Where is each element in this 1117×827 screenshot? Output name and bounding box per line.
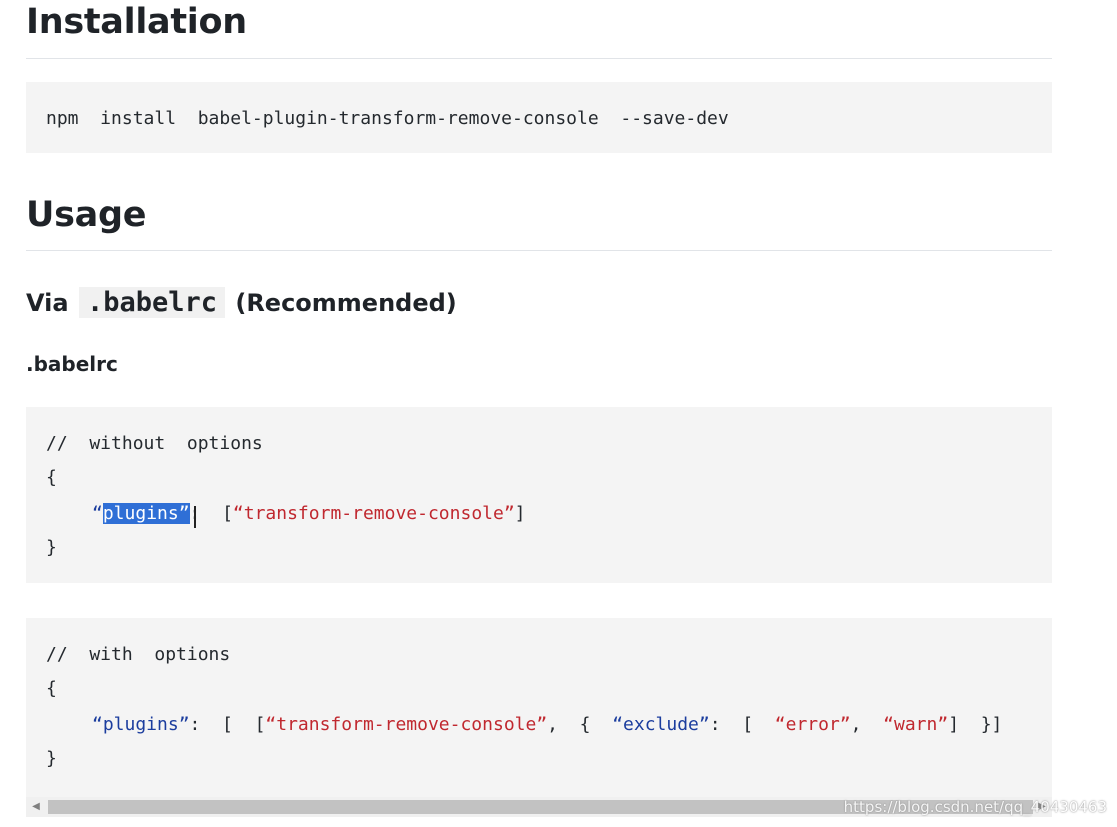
plugin-value: “transform-remove-console”	[232, 503, 515, 524]
sep-3: : [	[709, 714, 775, 735]
comment-without-options: // without options	[46, 433, 263, 454]
usage-divider	[26, 250, 1052, 251]
exclude-key: “exclude”	[612, 714, 710, 735]
babelrc-inline-code: .babelrc	[78, 287, 225, 318]
usage-heading: Usage	[26, 195, 147, 235]
close-brace-2: }	[46, 748, 57, 769]
plugins-line[interactable]: “plugins”: [“transform-remove-console”]	[92, 502, 526, 526]
install-command[interactable]: npm install babel-plugin-transform-remov…	[46, 107, 729, 131]
text-cursor-icon	[194, 506, 196, 528]
selected-text[interactable]: plugins”	[102, 503, 190, 524]
via-label: Via	[26, 289, 69, 317]
readme-page: Installation npm install babel-plugin-tr…	[0, 0, 1117, 827]
sep-5: ] }]	[948, 714, 1003, 735]
recommended-label: (Recommended)	[235, 289, 457, 317]
via-babelrc-heading: Via .babelrc (Recommended)	[26, 287, 457, 318]
comment-with-options: // with options	[46, 644, 231, 665]
array-close: ]	[514, 503, 526, 524]
open-brace-2: {	[46, 678, 57, 699]
scroll-left-icon[interactable]: ◀	[26, 797, 46, 817]
key-open-quote: “	[92, 503, 103, 524]
sep-4: ,	[850, 714, 884, 735]
watermark: https://blog.csdn.net/qq_40430463	[843, 798, 1107, 816]
plugin-value-2: “transform-remove-console”	[265, 714, 548, 735]
sep-2: , {	[547, 714, 613, 735]
exclude-warn: “warn”	[883, 714, 949, 735]
code-block-with-options[interactable]: // with options { “plugins”: [ [“transfo…	[26, 618, 1052, 797]
babelrc-file-label: .babelrc	[26, 352, 118, 376]
plugins-key: “plugins”	[92, 714, 190, 735]
installation-divider	[26, 58, 1052, 59]
install-code-block[interactable]: npm install babel-plugin-transform-remov…	[26, 82, 1052, 153]
code-block-without-options[interactable]: // without options { “plugins”: [“transf…	[26, 407, 1052, 583]
open-brace: {	[46, 467, 57, 488]
plugins-options-line[interactable]: “plugins”: [ [“transform-remove-console”…	[92, 713, 1002, 737]
sep-1: : [ [	[189, 714, 266, 735]
exclude-error: “error”	[774, 714, 851, 735]
close-brace: }	[46, 537, 57, 558]
array-open: [	[200, 503, 233, 524]
installation-heading: Installation	[26, 2, 247, 42]
